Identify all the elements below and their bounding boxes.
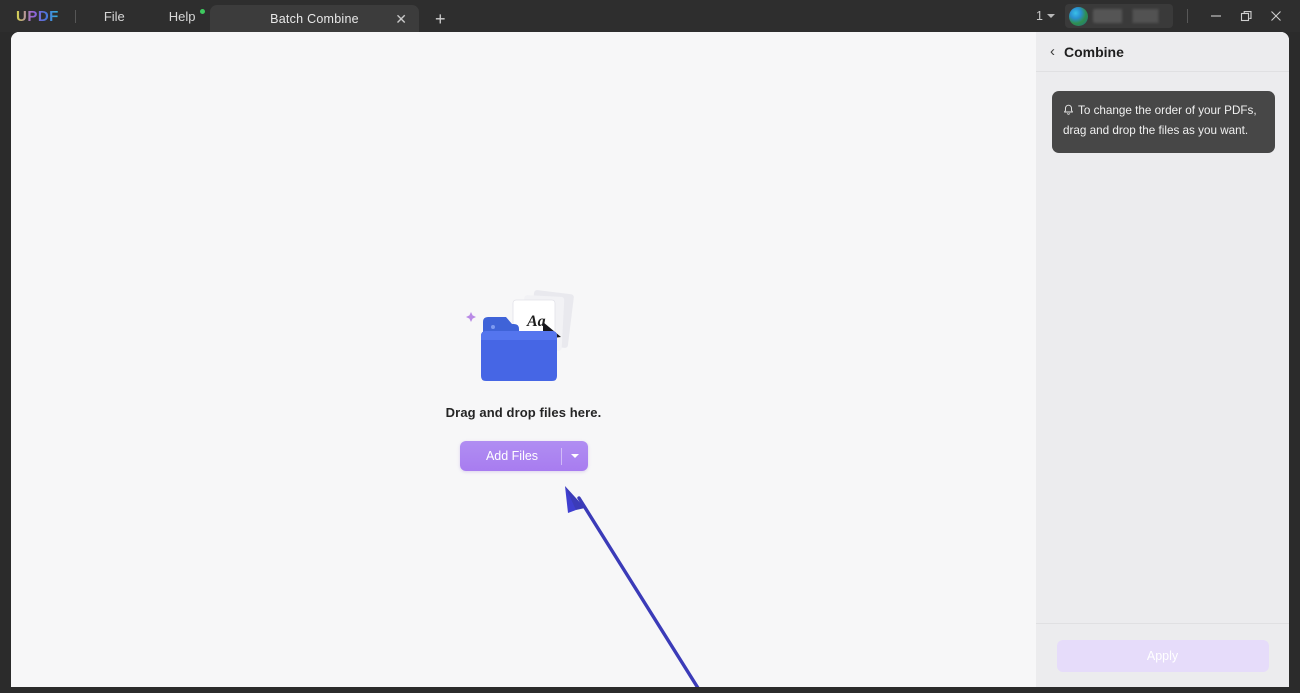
logo-divider [74,9,76,23]
titlebar-right-group: 1 [1036,0,1300,32]
new-update-dot-icon [199,8,205,14]
panel-footer: Apply [1036,623,1289,687]
empty-state: Aa Drag and drop files here. Add Files [11,284,1036,471]
menu-file-label: File [103,8,125,24]
titlebar-divider [1187,9,1188,23]
apply-label: Apply [1146,648,1179,663]
page-count-value: 1 [1036,9,1043,23]
plus-icon[interactable]: + [435,10,446,28]
bell-icon [1063,104,1074,122]
page-count-dropdown[interactable]: 1 [1036,9,1055,23]
add-files-button[interactable]: Add Files [459,441,588,471]
tab-strip: Batch Combine ✕ + [210,5,446,32]
add-files-label: Add Files [485,449,539,463]
account-button[interactable] [1065,4,1173,28]
reorder-notice-text: To change the order of your PDFs, drag a… [1063,104,1257,138]
account-name-blurred [1093,9,1169,23]
content-area: Aa Drag and drop files here. Add Files ‹… [11,32,1289,687]
apply-button[interactable]: Apply [1056,639,1269,672]
menu-help-label: Help [168,8,196,24]
tab-label: Batch Combine [270,11,359,26]
title-bar: UPDF File Help Batch Combine ✕ + 1 [0,0,1300,32]
updf-window: UPDF File Help Batch Combine ✕ + 1 Aa Dr… [0,0,1300,693]
svg-text:Aa: Aa [526,313,546,330]
menu-help[interactable]: Help [159,4,206,29]
chevron-down-icon [1047,14,1055,18]
tab-batch-combine[interactable]: Batch Combine ✕ [210,5,419,32]
folder-with-documents-icon: Aa [459,284,589,389]
drop-zone-caption: Drag and drop files here. [445,405,602,420]
combine-panel: ‹ Combine To change the order of your PD… [1036,32,1289,687]
avatar [1069,6,1088,26]
close-icon[interactable] [1261,0,1291,32]
close-icon[interactable]: ✕ [395,12,407,26]
menu-file[interactable]: File [94,4,135,29]
panel-title: Combine [1064,43,1124,60]
window-body: Aa Drag and drop files here. Add Files ‹… [0,32,1300,693]
app-logo: UPDF [16,7,59,25]
panel-header: ‹ Combine [1036,32,1289,72]
panel-file-list [1036,153,1289,623]
minimize-icon[interactable] [1201,0,1231,32]
reorder-notice: To change the order of your PDFs, drag a… [1052,91,1275,154]
chevron-left-icon[interactable]: ‹ [1050,44,1055,59]
chevron-down-icon[interactable] [562,454,588,458]
restore-icon[interactable] [1231,0,1261,32]
annotation-arrow-icon [541,472,731,687]
drop-zone[interactable]: Aa Drag and drop files here. Add Files [11,32,1036,687]
